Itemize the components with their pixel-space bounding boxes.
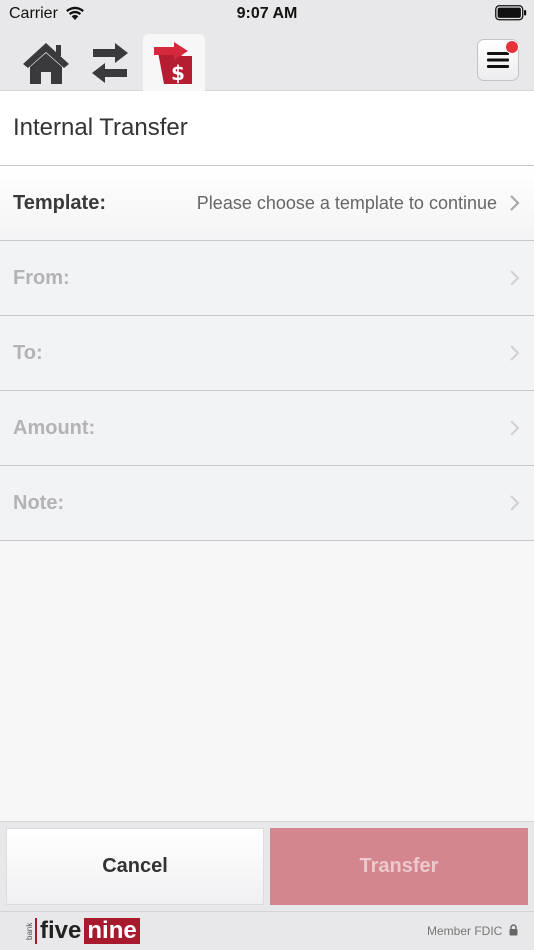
nav-bar: $ xyxy=(0,28,534,91)
chevron-right-icon xyxy=(510,495,520,511)
logo-five-text: five xyxy=(35,918,84,944)
notification-badge xyxy=(505,40,519,54)
battery-icon xyxy=(495,5,527,21)
chevron-right-icon xyxy=(510,195,520,211)
from-row: From: xyxy=(0,241,534,316)
tab-internal-transfer[interactable]: $ xyxy=(143,34,205,91)
template-row[interactable]: Template: Please choose a template to co… xyxy=(0,166,534,241)
amount-label: Amount: xyxy=(13,416,96,439)
swap-arrows-icon xyxy=(92,42,128,83)
cancel-button[interactable]: Cancel xyxy=(6,828,264,905)
note-row: Note: xyxy=(0,466,534,541)
member-fdic-label: Member FDIC xyxy=(427,924,503,938)
template-label: Template: xyxy=(13,191,106,214)
money-transfer-icon: $ xyxy=(154,41,192,85)
chevron-right-icon xyxy=(510,270,520,286)
clock: 9:07 AM xyxy=(236,5,298,22)
page-title: Internal Transfer xyxy=(0,91,534,166)
to-row: To: xyxy=(0,316,534,391)
transfer-button[interactable]: Transfer xyxy=(270,828,528,905)
tab-home[interactable] xyxy=(15,34,77,91)
note-label: Note: xyxy=(13,491,65,514)
hamburger-menu-icon xyxy=(487,52,509,68)
to-label: To: xyxy=(13,341,43,364)
status-bar: Carrier 9:07 AM xyxy=(0,0,534,28)
chevron-right-icon xyxy=(510,345,520,361)
logo-nine-text: nine xyxy=(84,918,140,944)
bank-logo: bank five nine xyxy=(24,918,140,944)
home-icon xyxy=(23,42,69,84)
lock-icon xyxy=(509,924,518,936)
svg-text:$: $ xyxy=(171,61,185,85)
action-bar: Cancel Transfer xyxy=(0,821,534,911)
footer: bank five nine Member FDIC xyxy=(0,911,534,950)
amount-row: Amount: xyxy=(0,391,534,466)
from-label: From: xyxy=(13,266,70,289)
chevron-right-icon xyxy=(510,420,520,436)
tab-transfers[interactable] xyxy=(79,34,141,91)
template-value: Please choose a template to continue xyxy=(196,192,497,213)
logo-bank-text: bank xyxy=(25,922,34,940)
